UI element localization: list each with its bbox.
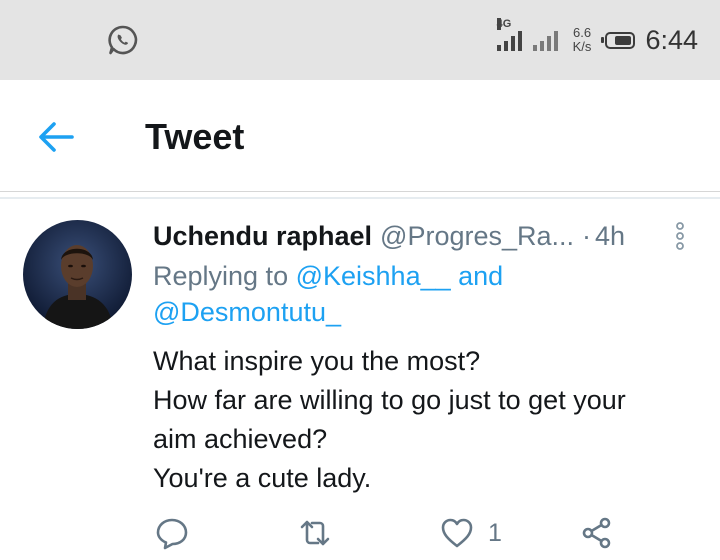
status-bar: 4G 6.6 K/s 6:44	[0, 0, 720, 80]
battery-level	[614, 35, 632, 45]
like-count: 1	[488, 518, 502, 547]
network-speed-unit: K/s	[572, 39, 592, 54]
status-clock: 6:44	[645, 24, 698, 55]
replying-to-label: Replying to	[153, 261, 289, 291]
battery-icon	[601, 31, 636, 49]
share-button[interactable]	[580, 516, 614, 550]
app-header: Tweet	[0, 80, 720, 192]
replying-to: Replying to @Keishha__ and @Desmontutu_	[153, 258, 693, 330]
network-speed: 6.6 K/s	[573, 26, 592, 54]
signal-icon	[532, 29, 561, 51]
reply-button[interactable]	[155, 516, 189, 550]
avatar[interactable]	[23, 220, 132, 329]
page-title: Tweet	[145, 116, 245, 157]
comment-icon	[156, 518, 188, 550]
network-speed-value: 6.6	[573, 25, 592, 40]
mention-link[interactable]: @Keishha__	[296, 261, 451, 291]
avatar-image	[23, 220, 132, 329]
heart-icon	[441, 518, 473, 548]
tweet-text-line: aim achieved?	[153, 424, 328, 454]
separator-dot: ·	[582, 220, 592, 251]
more-options-icon[interactable]	[672, 220, 688, 252]
whatsapp-icon	[108, 25, 138, 55]
like-button[interactable]: 1	[440, 516, 502, 550]
network-type-label: 4G	[496, 18, 512, 30]
mention-link[interactable]: @Desmontutu_	[153, 297, 341, 327]
tweet-text-line: You're a cute lady.	[153, 463, 372, 493]
author-name[interactable]: Uchendu raphael	[153, 221, 372, 252]
mention-conjunction[interactable]: and	[458, 261, 503, 291]
retweet-icon	[300, 520, 330, 546]
arrow-left-icon[interactable]	[36, 119, 76, 155]
tweet-text-line: What inspire you the most?	[153, 346, 481, 376]
author-handle[interactable]: @Progres_Ra...	[380, 221, 574, 252]
retweet-button[interactable]	[298, 516, 332, 550]
divider	[0, 197, 720, 199]
tweet-time: 4h	[595, 220, 626, 251]
share-icon	[582, 517, 611, 549]
tweet-text: What inspire you the most? How far are w…	[153, 342, 703, 498]
tweet-text-line: How far are willing to go just to get yo…	[153, 385, 626, 415]
signal-icon: 4G	[496, 18, 525, 51]
tweet-header: Uchendu raphael @Progres_Ra... · 4h	[153, 218, 673, 254]
tweet-actions: 1	[0, 510, 720, 560]
